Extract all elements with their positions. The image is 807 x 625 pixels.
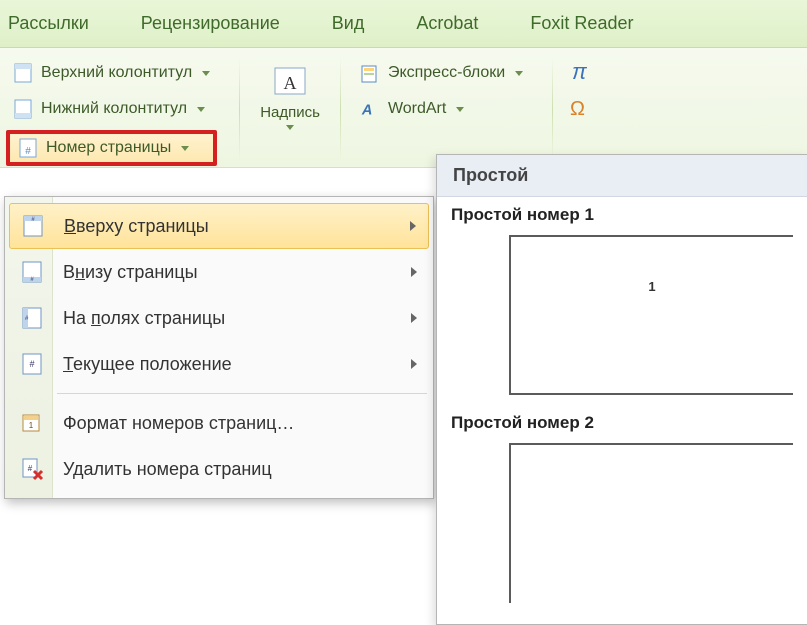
wordart-label: WordArt xyxy=(388,100,446,118)
equation-icon[interactable]: π xyxy=(565,58,597,84)
textbox-label: Надпись xyxy=(260,104,320,121)
svg-text:Ω: Ω xyxy=(570,98,585,119)
menu-bottom-label: Внизу страницы xyxy=(63,262,393,283)
chevron-right-icon xyxy=(410,221,416,231)
quick-parts-button[interactable]: Экспресс-блоки xyxy=(353,58,530,88)
svg-text:1: 1 xyxy=(29,421,34,430)
symbols-group: π Ω xyxy=(565,58,607,161)
remove-icon: # xyxy=(19,456,45,482)
gallery-item-2-thumb xyxy=(509,443,793,603)
quick-parts-label: Экспресс-блоки xyxy=(388,64,505,82)
svg-text:#: # xyxy=(25,146,31,157)
svg-text:A: A xyxy=(284,73,297,93)
ribbon-separator xyxy=(340,58,341,161)
gallery-item-1-title: Простой номер 1 xyxy=(451,205,793,225)
chevron-down-icon xyxy=(456,107,464,112)
chevron-down-icon xyxy=(181,146,189,151)
menu-top-of-page[interactable]: # ВВверху страницыверху страницы xyxy=(9,203,429,249)
textbox-icon: A xyxy=(270,60,310,100)
gallery-item-1-thumb: 1 xyxy=(509,235,793,395)
gallery-item-1-value: 1 xyxy=(648,279,655,294)
page-current-icon: # xyxy=(19,351,45,377)
page-number-button[interactable]: # Номер страницы xyxy=(6,130,217,166)
page-number-label: Номер страницы xyxy=(46,139,171,157)
ribbon: Верхний колонтитул Нижний колонтитул # Н… xyxy=(0,48,807,168)
footer-icon xyxy=(13,99,33,119)
menu-format-label: Формат номеров страниц… xyxy=(63,413,417,434)
gallery-header: Простой xyxy=(437,155,807,197)
tab-foxit[interactable]: Foxit Reader xyxy=(530,13,633,34)
page-number-dropdown: # ВВверху страницыверху страницы # Внизу… xyxy=(4,196,434,499)
svg-text:π: π xyxy=(572,59,588,83)
ribbon-separator xyxy=(239,58,240,161)
footer-button[interactable]: Нижний колонтитул xyxy=(6,94,217,124)
menu-current-label: Текущее положение xyxy=(63,354,393,375)
header-label: Верхний колонтитул xyxy=(41,64,192,82)
chevron-right-icon xyxy=(411,313,417,323)
gallery-item-1[interactable]: Простой номер 1 1 xyxy=(451,205,793,395)
textbox-button[interactable]: A Надпись xyxy=(252,58,328,161)
wordart-button[interactable]: A WordArt xyxy=(353,94,530,124)
svg-text:#: # xyxy=(29,359,34,369)
chevron-down-icon xyxy=(202,71,210,76)
menu-format-page-numbers[interactable]: 1 Формат номеров страниц… xyxy=(7,400,431,446)
menu-margins-label: На полях страницы xyxy=(63,308,393,329)
tab-review[interactable]: Рецензирование xyxy=(141,13,280,34)
chevron-down-icon xyxy=(286,125,294,130)
menu-remove-label: Удалить номера страниц xyxy=(63,459,417,480)
page-top-icon: # xyxy=(20,213,46,239)
page-number-icon: # xyxy=(18,138,38,158)
text-group: Экспресс-блоки A WordArt xyxy=(353,58,540,161)
chevron-down-icon xyxy=(515,71,523,76)
page-number-gallery: Простой Простой номер 1 1 Простой номер … xyxy=(436,154,807,625)
tab-acrobat[interactable]: Acrobat xyxy=(416,13,478,34)
wordart-icon: A xyxy=(360,99,380,119)
chevron-down-icon xyxy=(197,107,205,112)
gallery-item-2[interactable]: Простой номер 2 xyxy=(451,413,793,603)
header-footer-group: Верхний колонтитул Нижний колонтитул # Н… xyxy=(6,58,227,161)
format-icon: 1 xyxy=(19,410,45,436)
gallery-body: Простой номер 1 1 Простой номер 2 xyxy=(437,197,807,625)
page-margins-icon: # xyxy=(19,305,45,331)
symbol-icon[interactable]: Ω xyxy=(565,94,597,120)
header-button[interactable]: Верхний колонтитул xyxy=(6,58,217,88)
header-icon xyxy=(13,63,33,83)
chevron-right-icon xyxy=(411,359,417,369)
tab-view[interactable]: Вид xyxy=(332,13,365,34)
menu-top-label: ВВверху страницыверху страницы xyxy=(64,216,392,237)
menu-remove-page-numbers[interactable]: # Удалить номера страниц xyxy=(7,446,431,492)
menu-bottom-of-page[interactable]: # Внизу страницы xyxy=(7,249,431,295)
quick-parts-icon xyxy=(360,63,380,83)
ribbon-tabstrip: Рассылки Рецензирование Вид Acrobat Foxi… xyxy=(0,0,807,48)
footer-label: Нижний колонтитул xyxy=(41,100,187,118)
ribbon-separator xyxy=(552,58,553,161)
svg-text:A: A xyxy=(361,102,373,118)
menu-page-margins[interactable]: # На полях страницы xyxy=(7,295,431,341)
svg-text:#: # xyxy=(28,464,33,473)
page-bottom-icon: # xyxy=(19,259,45,285)
tab-mailings[interactable]: Рассылки xyxy=(8,13,89,34)
menu-separator xyxy=(57,393,427,394)
menu-current-position[interactable]: # Текущее положение xyxy=(7,341,431,387)
chevron-right-icon xyxy=(411,267,417,277)
gallery-item-2-title: Простой номер 2 xyxy=(451,413,793,433)
